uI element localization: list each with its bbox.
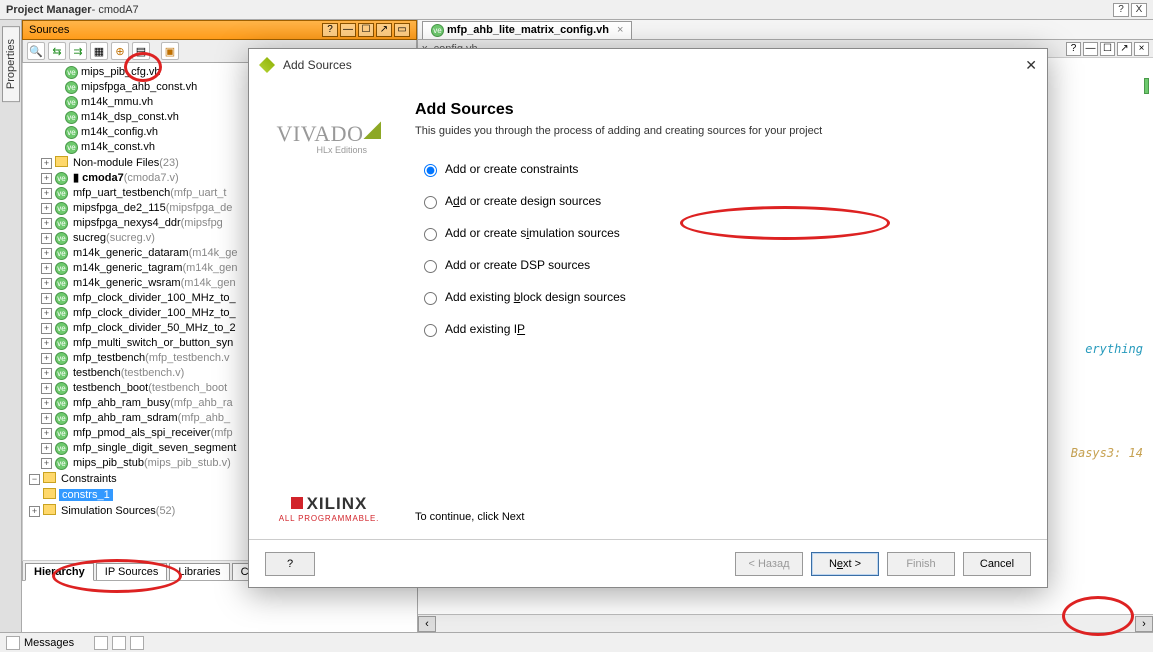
status-icon-a[interactable] [94, 636, 108, 650]
ed-pop[interactable]: ↗ [1117, 42, 1132, 56]
dialog-icon [259, 57, 275, 73]
sources-panel-header: Sources ? — ☐ ↗ ▭ [22, 20, 417, 40]
tab-ip-sources[interactable]: IP Sources [96, 563, 168, 580]
continue-hint: To continue, click Next [415, 511, 1023, 523]
add-sources-icon[interactable]: ⊕ [111, 42, 129, 60]
opt-constraints[interactable]: Add or create constraints [419, 161, 1023, 177]
ed-min[interactable]: — [1083, 42, 1098, 56]
radio-dsp[interactable] [424, 260, 437, 273]
properties-tab[interactable]: Properties [2, 26, 20, 102]
help-button[interactable]: ? [1113, 3, 1129, 17]
panel-sq[interactable]: ☐ [358, 23, 374, 37]
opt-design[interactable]: Add or create design sources [419, 193, 1023, 209]
vivado-sub: HLx Editions [317, 145, 382, 155]
radio-sim[interactable] [424, 228, 437, 241]
close-tab-icon[interactable]: × [617, 24, 623, 36]
dialog-desc: This guides you through the process of a… [415, 125, 1023, 137]
left-dock: Properties [0, 20, 22, 632]
editor-tab[interactable]: ve mfp_ahb_lite_matrix_config.vh × [422, 21, 632, 39]
back-button: < Назад [735, 552, 803, 576]
sources-panel-title: Sources [29, 24, 69, 36]
opt-block[interactable]: Add existing block design sources [419, 289, 1023, 305]
radio-constraints[interactable] [424, 164, 437, 177]
panel-min[interactable]: — [340, 23, 356, 37]
verilog-icon: ve [431, 24, 444, 37]
finish-button: Finish [887, 552, 955, 576]
panel-full[interactable]: ▭ [394, 23, 410, 37]
collapse-icon[interactable]: ⇉ [69, 42, 87, 60]
h-scrollbar[interactable]: ‹ › [418, 614, 1153, 632]
dialog-title: Add Sources [283, 58, 352, 72]
title-bar: Project Manager - cmodA7 ? X [0, 0, 1153, 20]
ed-close[interactable]: × [1134, 42, 1149, 56]
status-bar: Messages [0, 632, 1153, 652]
tool-a-icon[interactable]: ▦ [90, 42, 108, 60]
radio-design[interactable] [424, 196, 437, 209]
cancel-button[interactable]: Cancel [963, 552, 1031, 576]
opt-simulation[interactable]: Add or create simulation sources [419, 225, 1023, 241]
next-button[interactable]: Next > [811, 552, 879, 576]
dialog-help-button[interactable]: ? [265, 552, 315, 576]
expand-icon[interactable]: ⇆ [48, 42, 66, 60]
marker-icon [1144, 78, 1149, 94]
close-button[interactable]: X [1131, 3, 1147, 17]
opt-ip[interactable]: Add existing IP [419, 321, 1023, 337]
add-sources-dialog: Add Sources ✕ VIVADO HLx Editions XILINX… [248, 48, 1048, 588]
ed-sq[interactable]: ☐ [1100, 42, 1115, 56]
vivado-logo: VIVADO [277, 121, 382, 146]
console-icon[interactable] [6, 636, 20, 650]
panel-pop[interactable]: ↗ [376, 23, 392, 37]
dialog-heading: Add Sources [415, 101, 1023, 119]
tool-c-icon[interactable]: ▣ [161, 42, 179, 60]
messages-button[interactable]: Messages [24, 637, 74, 649]
status-icon-b[interactable] [112, 636, 126, 650]
scroll-left-icon[interactable]: ‹ [418, 616, 436, 632]
tool-b-icon[interactable]: ▤ [132, 42, 150, 60]
ed-help[interactable]: ? [1066, 42, 1081, 56]
tab-hierarchy[interactable]: Hierarchy [25, 563, 94, 581]
panel-help[interactable]: ? [322, 23, 338, 37]
dialog-close-icon[interactable]: ✕ [1025, 57, 1037, 74]
status-icon-c[interactable] [130, 636, 144, 650]
tab-libraries[interactable]: Libraries [169, 563, 229, 580]
search-icon[interactable]: 🔍 [27, 42, 45, 60]
scroll-right-icon[interactable]: › [1135, 616, 1153, 632]
xilinx-logo: XILINX ALL PROGRAMMABLE. [279, 494, 379, 523]
radio-block[interactable] [424, 292, 437, 305]
opt-dsp[interactable]: Add or create DSP sources [419, 257, 1023, 273]
window-title-a: Project Manager [6, 4, 92, 16]
window-title-b: - cmodA7 [92, 4, 139, 16]
radio-ip[interactable] [424, 324, 437, 337]
editor-tab-label: mfp_ahb_lite_matrix_config.vh [447, 24, 609, 36]
